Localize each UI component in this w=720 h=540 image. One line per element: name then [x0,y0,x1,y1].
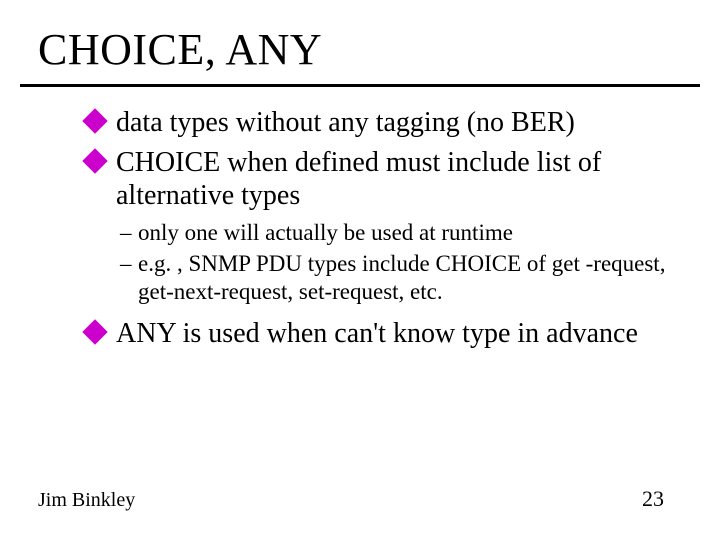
bullet-text: data types without any tagging (no BER) [116,107,575,138]
footer-page-number: 23 [642,486,664,512]
sub-bullet-group: only one will actually be used at runtim… [120,219,680,307]
sub-bullet-text: e.g. , SNMP PDU types include CHOICE of … [138,251,665,305]
bullet-text: ANY is used when can't know type in adva… [116,318,638,349]
sub-bullet-item: only one will actually be used at runtim… [120,219,680,248]
diamond-bullet-icon [82,319,107,344]
footer-author: Jim Binkley [38,489,135,512]
diamond-bullet-icon [82,148,107,173]
bullet-text: CHOICE when defined must include list of… [116,147,601,212]
bullet-item: data types without any tagging (no BER) [86,106,680,140]
sub-bullet-text: only one will actually be used at runtim… [138,220,513,245]
diamond-bullet-icon [82,108,107,133]
bullet-item: ANY is used when can't know type in adva… [86,317,680,351]
sub-bullet-item: e.g. , SNMP PDU types include CHOICE of … [120,250,680,308]
slide: CHOICE, ANY data types without any taggi… [0,0,720,540]
slide-body: data types without any tagging (no BER) … [86,106,680,357]
slide-title: CHOICE, ANY [38,24,322,75]
title-underline [20,84,700,87]
bullet-item: CHOICE when defined must include list of… [86,146,680,213]
